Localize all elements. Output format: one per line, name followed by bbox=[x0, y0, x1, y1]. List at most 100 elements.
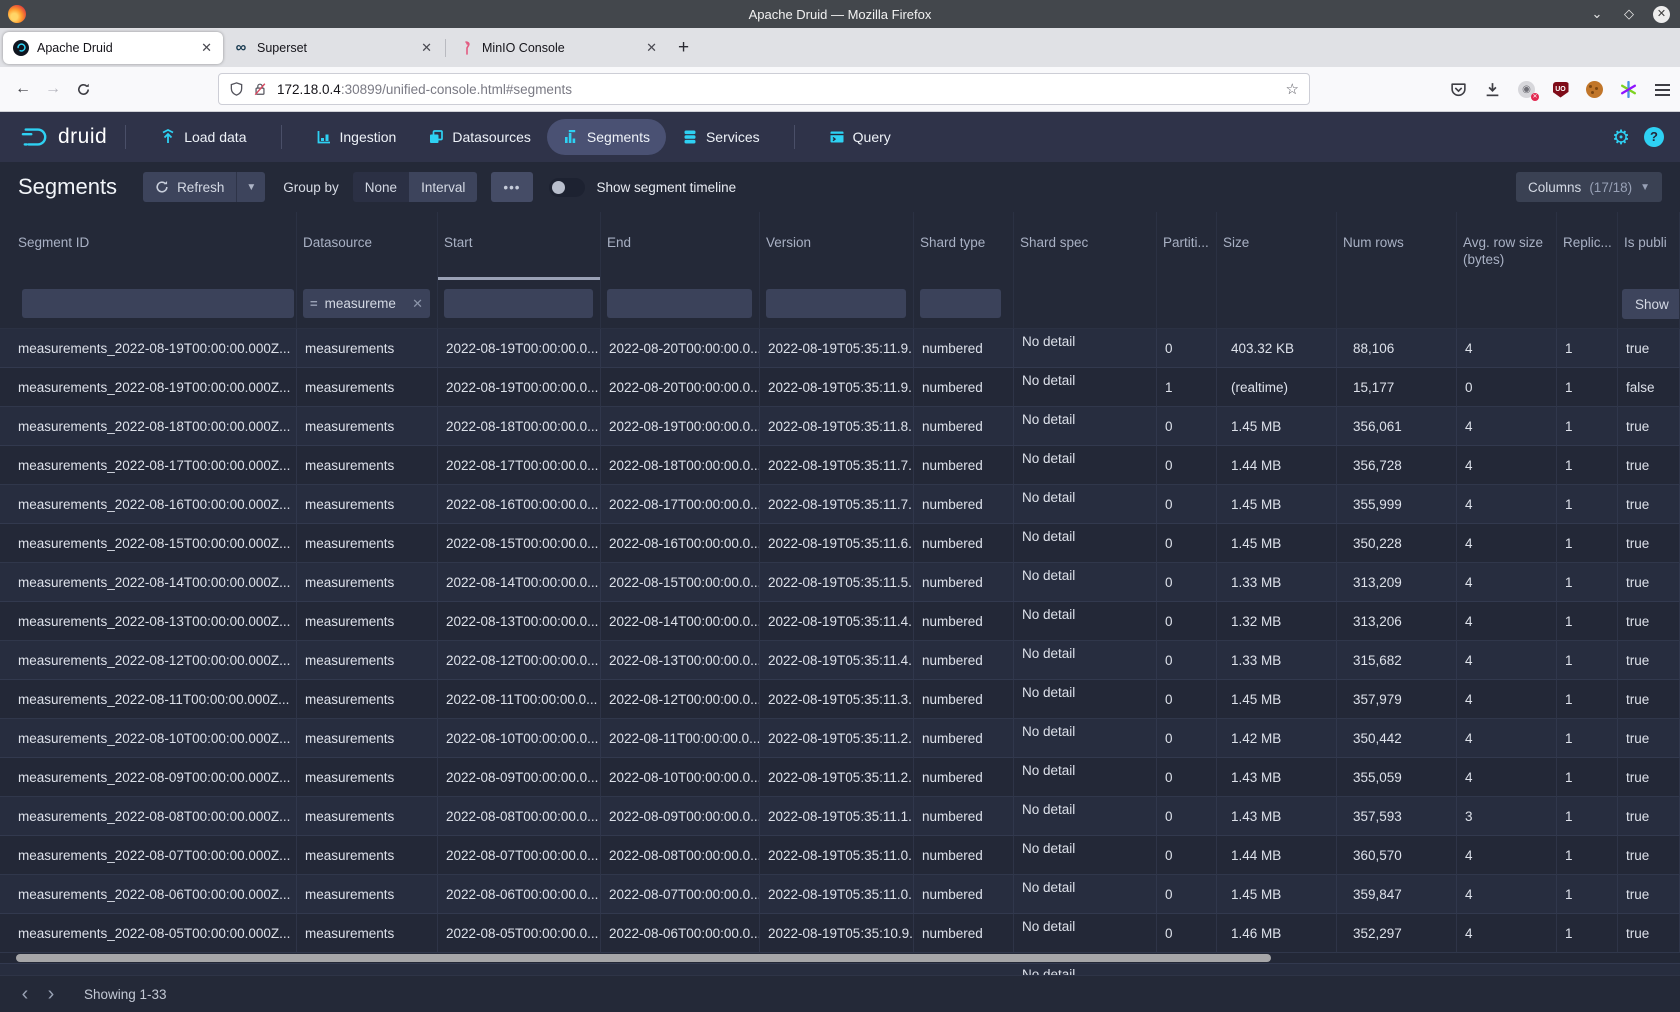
ublock-origin-icon[interactable]: UO bbox=[1551, 80, 1570, 99]
segment-timeline-toggle[interactable] bbox=[549, 178, 585, 197]
column-header-segment_id[interactable]: Segment ID bbox=[0, 212, 297, 280]
cell-end: 2022-08-15T00:00:00.0... bbox=[601, 563, 760, 602]
column-header-datasource[interactable]: Datasource bbox=[297, 212, 438, 280]
url-bar[interactable]: 172.18.0.4:30899/unified-console.html#se… bbox=[218, 73, 1310, 105]
segment-row[interactable]: measurements_2022-08-07T00:00:00.000Z...… bbox=[0, 836, 1680, 875]
refresh-button[interactable]: Refresh bbox=[143, 172, 236, 202]
show-filter-button[interactable]: Show bbox=[1622, 289, 1680, 319]
downloads-icon[interactable] bbox=[1483, 80, 1502, 99]
column-header-num_rows[interactable]: Num rows bbox=[1337, 212, 1457, 280]
cell-is_published: true bbox=[1618, 329, 1680, 368]
filter-input-datasource[interactable]: =measureme✕ bbox=[303, 289, 430, 318]
column-header-shard_spec[interactable]: Shard spec bbox=[1014, 212, 1157, 280]
segment-row[interactable]: measurements_2022-08-16T00:00:00.000Z...… bbox=[0, 485, 1680, 524]
new-tab-button[interactable]: + bbox=[678, 37, 689, 59]
column-header-version[interactable]: Version bbox=[760, 212, 914, 280]
column-header-replicas[interactable]: Replic... bbox=[1557, 212, 1618, 280]
url-text[interactable]: 172.18.0.4:30899/unified-console.html#se… bbox=[277, 82, 572, 97]
tab-minio-console[interactable]: MinIO Console ✕ bbox=[448, 32, 668, 64]
segment-row[interactable]: measurements_2022-08-19T00:00:00.000Z...… bbox=[0, 368, 1680, 407]
nav-item-query[interactable]: Query bbox=[813, 119, 907, 155]
cell-datasource: measurements bbox=[297, 875, 438, 914]
refresh-dropdown-caret[interactable]: ▼ bbox=[236, 172, 265, 202]
services-icon bbox=[682, 129, 698, 145]
filter-input-end[interactable] bbox=[607, 289, 752, 318]
segment-row[interactable]: measurements_2022-08-06T00:00:00.000Z...… bbox=[0, 875, 1680, 914]
help-icon[interactable]: ? bbox=[1644, 127, 1664, 147]
segment-row[interactable]: measurements_2022-08-14T00:00:00.000Z...… bbox=[0, 563, 1680, 602]
remove-filter-icon[interactable]: ✕ bbox=[412, 296, 423, 312]
cell-start: 2022-08-18T00:00:00.0... bbox=[438, 407, 601, 446]
pocket-icon[interactable] bbox=[1449, 80, 1468, 99]
column-header-partition[interactable]: Partiti... bbox=[1157, 212, 1217, 280]
filter-input-shard_type[interactable] bbox=[920, 289, 1001, 318]
forward-button[interactable]: → bbox=[38, 80, 68, 98]
cell-shard_spec: No detail bbox=[1014, 563, 1157, 602]
cookie-extension-icon[interactable] bbox=[1585, 80, 1604, 99]
tab-close-icon[interactable]: ✕ bbox=[198, 40, 215, 56]
filter-input-version[interactable] bbox=[766, 289, 906, 318]
cell-num_rows: 355,999 bbox=[1337, 485, 1457, 524]
cell-avg_row_size: 4 bbox=[1457, 407, 1557, 446]
window-maximize-button[interactable]: ◇ bbox=[1621, 6, 1637, 22]
firefox-window: Apache Druid — Mozilla Firefox ⌄ ◇ ✕ Apa… bbox=[0, 0, 1680, 1012]
segment-row[interactable]: measurements_2022-08-11T00:00:00.000Z...… bbox=[0, 680, 1680, 719]
segment-row[interactable]: measurements_2022-08-08T00:00:00.000Z...… bbox=[0, 797, 1680, 836]
nav-item-load-data[interactable]: Load data bbox=[144, 119, 262, 155]
segment-row[interactable]: measurements_2022-08-10T00:00:00.000Z...… bbox=[0, 719, 1680, 758]
group-by-none-button[interactable]: None bbox=[353, 172, 409, 202]
druid-logo[interactable]: druid bbox=[20, 124, 107, 150]
segment-row[interactable]: measurements_2022-08-19T00:00:00.000Z...… bbox=[0, 329, 1680, 368]
insecure-lock-icon[interactable] bbox=[253, 81, 267, 97]
column-header-is_published[interactable]: Is publi bbox=[1618, 212, 1680, 280]
settings-gear-icon[interactable]: ⚙ bbox=[1612, 125, 1630, 150]
group-by-interval-button[interactable]: Interval bbox=[409, 172, 477, 202]
segment-row[interactable]: measurements_2022-08-05T00:00:00.000Z...… bbox=[0, 914, 1680, 953]
menu-hamburger-icon[interactable] bbox=[1653, 80, 1672, 99]
tab-apache-druid[interactable]: Apache Druid ✕ bbox=[3, 32, 223, 64]
cell-version: 2022-08-19T05:35:11.9... bbox=[760, 368, 914, 407]
column-header-shard_type[interactable]: Shard type bbox=[914, 212, 1014, 280]
column-header-start[interactable]: Start bbox=[438, 212, 601, 280]
cell-datasource: measurements bbox=[297, 524, 438, 563]
segment-row[interactable]: measurements_2022-08-15T00:00:00.000Z...… bbox=[0, 524, 1680, 563]
nav-item-segments[interactable]: Segments bbox=[547, 119, 666, 155]
back-button[interactable]: ← bbox=[8, 80, 38, 98]
next-page-button[interactable]: › bbox=[38, 984, 64, 1004]
window-minimize-button[interactable]: ⌄ bbox=[1589, 6, 1605, 22]
column-header-end[interactable]: End bbox=[601, 212, 760, 280]
tab-superset[interactable]: ∞ Superset ✕ bbox=[223, 32, 443, 64]
column-header-size[interactable]: Size bbox=[1217, 212, 1337, 280]
cell-is_published: false bbox=[1618, 368, 1680, 407]
nav-item-ingestion[interactable]: Ingestion bbox=[300, 119, 413, 155]
segment-row[interactable]: measurements_2022-08-18T00:00:00.000Z...… bbox=[0, 407, 1680, 446]
extension-disabled-icon[interactable]: ◉✕ bbox=[1517, 80, 1536, 99]
window-close-button[interactable]: ✕ bbox=[1653, 6, 1670, 23]
tab-close-icon[interactable]: ✕ bbox=[643, 40, 660, 56]
nav-item-datasources[interactable]: Datasources bbox=[412, 119, 547, 155]
segment-row[interactable]: measurements_2022-08-09T00:00:00.000Z...… bbox=[0, 758, 1680, 797]
columns-dropdown-button[interactable]: Columns (17/18) ▼ bbox=[1516, 172, 1662, 202]
bookmark-star-icon[interactable]: ☆ bbox=[1286, 80, 1299, 98]
cell-end: 2022-08-11T00:00:00.0... bbox=[601, 719, 760, 758]
filter-input-segment_id[interactable] bbox=[22, 289, 294, 318]
segment-row[interactable]: measurements_2022-08-13T00:00:00.000Z...… bbox=[0, 602, 1680, 641]
filter-cell-version bbox=[760, 280, 914, 328]
multi-account-containers-icon[interactable] bbox=[1619, 80, 1638, 99]
tab-separator bbox=[445, 39, 446, 57]
horizontal-scrollbar[interactable] bbox=[0, 953, 1680, 963]
reload-button[interactable] bbox=[68, 82, 98, 97]
scrollbar-thumb[interactable] bbox=[16, 954, 1271, 962]
filter-input-start[interactable] bbox=[444, 289, 593, 318]
cell-version: 2022-08-19T05:35:11.2... bbox=[760, 719, 914, 758]
cell-num_rows: 360,570 bbox=[1337, 836, 1457, 875]
tab-close-icon[interactable]: ✕ bbox=[418, 40, 435, 56]
segment-row[interactable]: measurements_2022-08-12T00:00:00.000Z...… bbox=[0, 641, 1680, 680]
cell-is_published: true bbox=[1618, 797, 1680, 836]
prev-page-button[interactable]: ‹ bbox=[12, 984, 38, 1004]
segment-row[interactable]: measurements_2022-08-17T00:00:00.000Z...… bbox=[0, 446, 1680, 485]
tracking-shield-icon[interactable] bbox=[229, 81, 244, 97]
more-options-button[interactable]: ••• bbox=[491, 172, 532, 202]
nav-item-services[interactable]: Services bbox=[666, 119, 776, 155]
column-header-avg_row_size[interactable]: Avg. row size (bytes) bbox=[1457, 212, 1557, 280]
